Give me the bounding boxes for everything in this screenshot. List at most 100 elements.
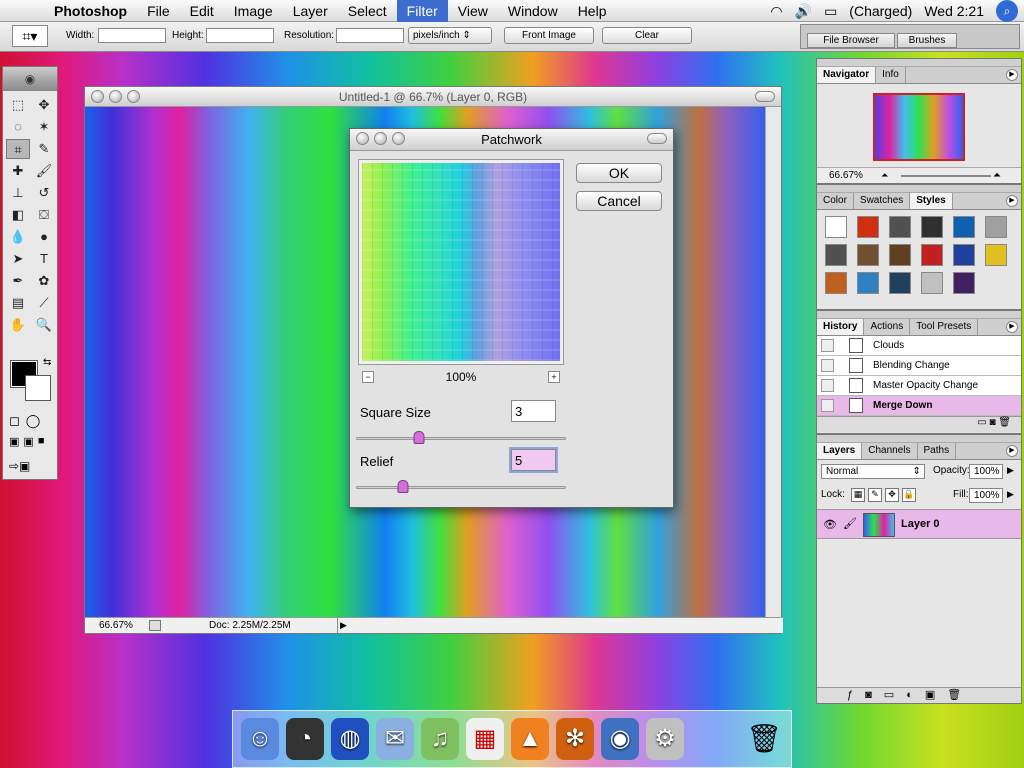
history-brush-source-icon[interactable] — [821, 399, 834, 412]
hand-tool-icon[interactable]: ✋ — [6, 315, 30, 335]
slice-tool-icon[interactable]: ✎ — [32, 139, 56, 159]
layer-brush-icon[interactable]: 🖌 — [843, 517, 857, 530]
style-swatch[interactable] — [825, 272, 847, 294]
dialog-zoom-icon[interactable] — [392, 132, 405, 145]
history-brush-source-icon[interactable] — [821, 379, 834, 392]
style-swatch[interactable] — [985, 216, 1007, 238]
style-swatch[interactable] — [857, 272, 879, 294]
dialog-close-icon[interactable] — [356, 132, 369, 145]
tab-file-browser[interactable]: File Browser — [807, 33, 895, 48]
magic-wand-tool-icon[interactable]: ✶ — [32, 117, 56, 137]
style-swatch[interactable] — [889, 244, 911, 266]
style-swatch[interactable] — [953, 216, 975, 238]
style-swatch[interactable] — [857, 216, 879, 238]
style-swatch[interactable] — [921, 216, 943, 238]
front-image-button[interactable]: Front Image — [504, 27, 594, 44]
spotlight-icon[interactable]: ⌕ — [996, 0, 1018, 22]
brush-tool-icon[interactable]: 🖌 — [32, 161, 56, 181]
tab-color[interactable]: Color — [817, 193, 854, 209]
menu-select[interactable]: Select — [338, 0, 397, 22]
tab-styles[interactable]: Styles — [910, 193, 953, 209]
swap-colors-icon[interactable]: ⇆ — [43, 357, 51, 368]
blur-tool-icon[interactable]: 💧 — [6, 227, 30, 247]
panel-menu-icon[interactable]: ▶ — [1006, 69, 1018, 81]
panel-menu-icon[interactable]: ▶ — [1006, 321, 1018, 333]
menu-image[interactable]: Image — [224, 0, 283, 22]
style-swatch[interactable] — [953, 272, 975, 294]
lock-position-icon[interactable]: ✥ — [885, 488, 899, 502]
height-input[interactable] — [206, 28, 274, 43]
history-brush-source-icon[interactable] — [821, 359, 834, 372]
healing-brush-tool-icon[interactable]: ✚ — [6, 161, 30, 181]
vertical-scrollbar[interactable] — [765, 107, 781, 619]
relief-input[interactable] — [509, 447, 558, 473]
battery-status[interactable]: (Charged) — [843, 3, 918, 19]
relief-slider-thumb[interactable] — [397, 480, 409, 493]
tab-actions[interactable]: Actions — [864, 319, 911, 335]
vlc-icon[interactable]: ▲ — [511, 718, 549, 760]
itunes-icon[interactable]: ♫ — [421, 718, 459, 760]
width-input[interactable] — [98, 28, 166, 43]
tab-layers[interactable]: Layers — [817, 443, 863, 459]
square-size-slider-thumb[interactable] — [413, 431, 425, 444]
opacity-arrow-icon[interactable]: ▶ — [1007, 465, 1014, 476]
menu-view[interactable]: View — [448, 0, 498, 22]
preview-image[interactable] — [362, 163, 560, 361]
toolbar-toggle-icon[interactable] — [755, 91, 775, 102]
paint-bucket-tool-icon[interactable]: ⛋ — [32, 205, 56, 225]
clear-button[interactable]: Clear — [602, 27, 692, 44]
zoom-in-icon[interactable]: ⏶ — [993, 168, 1001, 183]
crop-tool-preset-icon[interactable]: ⌗▾ — [12, 25, 48, 47]
tab-info[interactable]: Info — [876, 67, 906, 83]
full-screen-mode-icon[interactable]: ■ — [38, 435, 45, 448]
standard-mode-icon[interactable]: ◻ — [9, 413, 20, 429]
safari-icon[interactable]: ◍ — [331, 718, 369, 760]
type-tool-icon[interactable]: T — [32, 249, 56, 269]
history-brush-source-icon[interactable] — [821, 339, 834, 352]
lock-transparency-icon[interactable]: ▦ — [851, 488, 865, 502]
minimize-window-icon[interactable] — [109, 90, 122, 103]
cancel-button[interactable]: Cancel — [576, 191, 662, 211]
tab-navigator[interactable]: Navigator — [817, 67, 877, 83]
style-swatch[interactable] — [857, 244, 879, 266]
close-window-icon[interactable] — [91, 90, 104, 103]
history-state[interactable]: Clouds — [817, 336, 1021, 356]
photoshop-icon[interactable]: ◉ — [601, 718, 639, 760]
layer-name[interactable]: Layer 0 — [901, 518, 940, 530]
dialog-minimize-icon[interactable] — [374, 132, 387, 145]
zoom-out-button[interactable]: − — [362, 371, 374, 383]
style-swatch[interactable] — [953, 244, 975, 266]
style-swatch[interactable] — [889, 272, 911, 294]
wifi-icon[interactable]: ◠ — [764, 3, 788, 20]
lock-all-icon[interactable]: 🔒 — [902, 488, 916, 502]
square-size-slider[interactable] — [356, 431, 566, 444]
menu-help[interactable]: Help — [568, 0, 617, 22]
full-screen-menu-mode-icon[interactable]: ▣ — [23, 435, 33, 448]
layer-style-icon[interactable]: ƒ — [847, 689, 865, 701]
finder-icon[interactable]: ☺ — [241, 718, 279, 760]
mail-icon[interactable]: ✉ — [376, 718, 414, 760]
lock-image-icon[interactable]: ✎ — [868, 488, 882, 502]
system-preferences-icon[interactable]: ⚙ — [646, 718, 684, 760]
menu-edit[interactable]: Edit — [180, 0, 224, 22]
move-tool-icon[interactable]: ✥ — [32, 95, 56, 115]
style-swatch[interactable] — [985, 244, 1007, 266]
standard-screen-mode-icon[interactable]: ▣ — [9, 435, 19, 448]
status-menu-arrow-icon[interactable]: ▶ — [337, 618, 349, 633]
new-group-icon[interactable]: ▭ — [884, 689, 906, 701]
trash-icon[interactable]: 🗑 — [742, 716, 786, 762]
dodge-tool-icon[interactable]: ● — [32, 227, 56, 247]
history-state-current[interactable]: Merge Down — [817, 396, 1021, 416]
navigator-zoom-slider[interactable] — [901, 175, 991, 177]
filter-preview[interactable] — [358, 159, 564, 365]
zoom-tool-icon[interactable]: 🔍 — [32, 315, 56, 335]
menu-file[interactable]: File — [137, 0, 180, 22]
history-state[interactable]: Blending Change — [817, 356, 1021, 376]
tab-tool-presets[interactable]: Tool Presets — [910, 319, 979, 335]
dialog-pill-icon[interactable] — [647, 133, 667, 144]
resolution-input[interactable] — [336, 28, 404, 43]
reason-icon[interactable]: ✻ — [556, 718, 594, 760]
menu-window[interactable]: Window — [498, 0, 568, 22]
visibility-eye-icon[interactable]: 👁 — [823, 518, 837, 531]
menu-filter[interactable]: Filter — [396, 0, 448, 22]
